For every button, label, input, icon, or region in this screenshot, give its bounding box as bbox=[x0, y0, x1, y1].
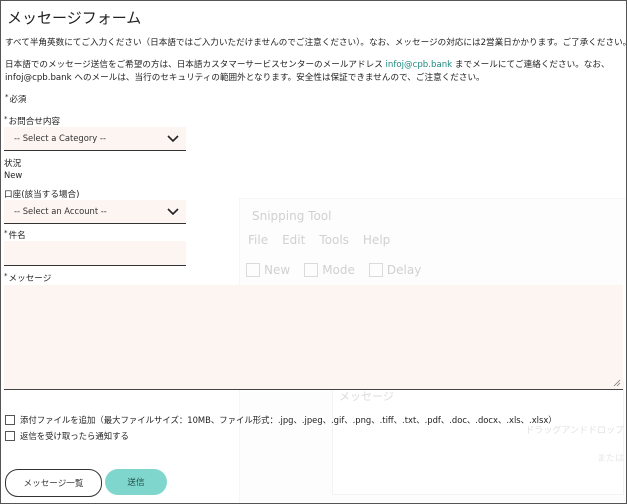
send-button[interactable]: 送信 bbox=[105, 469, 167, 495]
message-label: *メッセージ bbox=[4, 272, 52, 284]
ghost-title: Snipping Tool bbox=[252, 209, 332, 223]
resize-handle-icon[interactable] bbox=[613, 379, 621, 387]
message-list-button[interactable]: メッセージ一覧 bbox=[5, 469, 102, 497]
ghost-new: New bbox=[246, 263, 290, 278]
ghost-delay: Delay bbox=[368, 263, 421, 278]
attach-file-checkbox[interactable] bbox=[5, 415, 15, 425]
account-label: 口座(該当する場合) bbox=[4, 190, 80, 200]
category-select-value: -- Select a Category -- bbox=[14, 133, 106, 143]
chevron-down-icon bbox=[167, 135, 179, 143]
status-value: New bbox=[4, 170, 23, 180]
attach-file-label: 添付ファイルを追加（最大ファイルサイズ：10MB、ファイル形式：.jpg、.jp… bbox=[20, 415, 557, 425]
account-select-value: -- Select an Account -- bbox=[14, 206, 107, 216]
chevron-down-icon bbox=[167, 208, 179, 216]
required-asterisk: * bbox=[4, 115, 8, 123]
notify-reply-checkbox[interactable] bbox=[5, 431, 15, 441]
browser-frame: Snipping Tool File Edit Tools Help New M… bbox=[0, 0, 627, 504]
message-textarea[interactable] bbox=[4, 285, 623, 390]
ghost-menu-help: Help bbox=[362, 233, 391, 247]
note-part-3: へのメールは、当行のセキュリティの範囲外となります。安全性は保証できませんので、… bbox=[74, 73, 485, 83]
subject-input[interactable] bbox=[4, 241, 186, 266]
notify-reply-label: 返信を受け取ったら通知する bbox=[20, 431, 129, 441]
ghost-inner-panel: メッセージ bbox=[332, 381, 624, 495]
mode-icon bbox=[304, 263, 319, 278]
scissors-icon bbox=[246, 263, 260, 278]
ghost-menu: File Edit Tools Help bbox=[248, 233, 390, 247]
ghost-menu-edit: Edit bbox=[282, 233, 306, 247]
ghost-menu-tools: Tools bbox=[319, 233, 349, 247]
notify-reply-option[interactable]: 返信を受け取ったら通知する bbox=[5, 430, 129, 442]
required-asterisk: * bbox=[4, 229, 8, 237]
note-part-2: までメールにてご連絡ください。なお、 bbox=[454, 60, 610, 70]
ghost-inner-label: メッセージ bbox=[339, 390, 394, 403]
note-part-1: 日本語でのメッセージ送信をご希望の方は、日本語カスタマーサービスセンターのメール… bbox=[5, 60, 383, 70]
status-label: 状況 bbox=[4, 159, 22, 169]
ghost-toolbar: New Mode Delay bbox=[246, 257, 624, 283]
required-note: *必須 bbox=[5, 93, 27, 104]
clock-icon bbox=[368, 263, 383, 278]
ghost-mode: Mode bbox=[304, 263, 355, 278]
attach-file-option[interactable]: 添付ファイルを追加（最大ファイルサイズ：10MB、ファイル形式：.jpg、.jp… bbox=[5, 414, 557, 426]
email-link-1[interactable]: infoj@cpb.bank bbox=[386, 60, 453, 70]
category-select[interactable]: -- Select a Category -- bbox=[4, 127, 186, 151]
subject-label: *件名 bbox=[4, 229, 26, 241]
category-label: *お問合せ内容 bbox=[4, 115, 61, 127]
required-asterisk: * bbox=[4, 272, 8, 280]
account-select[interactable]: -- Select an Account -- bbox=[4, 200, 186, 224]
japanese-note: 日本語でのメッセージ送信をご希望の方は、日本語カスタマーサービスセンターのメール… bbox=[5, 59, 615, 85]
ghost-menu-file: File bbox=[248, 233, 269, 247]
ghost-side-text-2: または bbox=[596, 454, 624, 464]
required-asterisk: * bbox=[5, 93, 9, 101]
page-title: メッセージフォーム bbox=[7, 9, 142, 27]
intro-text: すべて半角英数にてご入力ください（日本語ではご入力いただけませんのでご注意くださ… bbox=[5, 38, 627, 48]
email-link-2[interactable]: infoj@cpb.bank bbox=[5, 73, 72, 83]
